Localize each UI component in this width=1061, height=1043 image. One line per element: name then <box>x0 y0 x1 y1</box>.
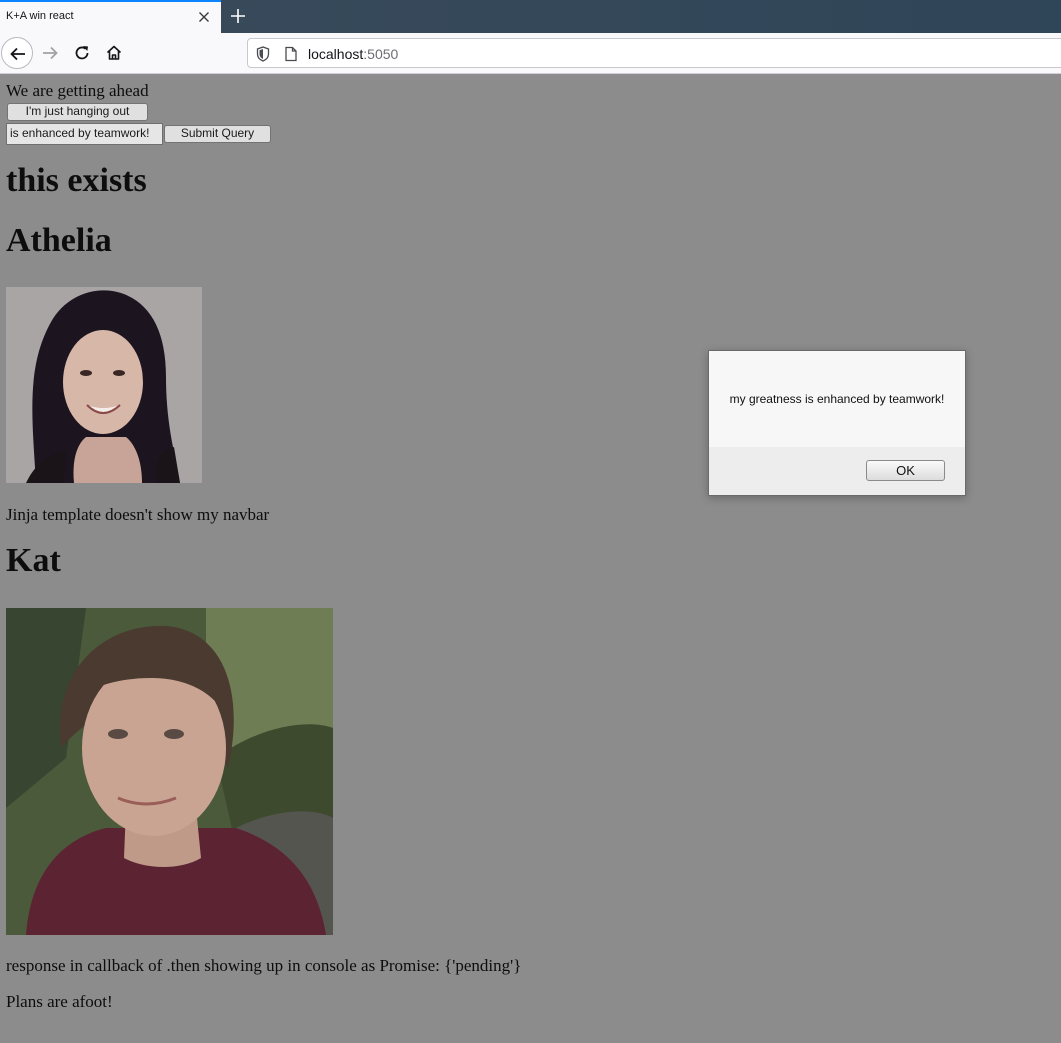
intro-text: We are getting ahead <box>6 81 149 100</box>
section-heading-kat: Kat <box>6 542 61 579</box>
alert-message: my greatness is enhanced by teamwork! <box>729 392 945 406</box>
home-button[interactable] <box>98 37 130 69</box>
ok-button[interactable]: OK <box>866 460 945 481</box>
shield-icon[interactable] <box>256 46 270 67</box>
footer-text: Plans are afoot! <box>6 992 113 1011</box>
browser-tab[interactable]: K+A win react <box>0 0 221 33</box>
submit-query-button[interactable]: Submit Query <box>164 125 271 143</box>
back-arrow-icon <box>10 47 25 61</box>
back-button[interactable] <box>1 37 33 69</box>
tab-title: K+A win react <box>6 10 74 22</box>
new-tab-icon[interactable] <box>228 6 248 26</box>
reload-button[interactable] <box>66 37 98 69</box>
alert-body: my greatness is enhanced by teamwork! <box>709 351 965 447</box>
kat-photo <box>6 608 333 935</box>
page-title: this exists <box>6 162 147 199</box>
page-content: We are getting ahead I'm just hanging ou… <box>0 74 1061 1043</box>
text-input[interactable]: is enhanced by teamwork! <box>6 123 163 145</box>
url-port: :5050 <box>363 46 399 62</box>
close-tab-icon[interactable] <box>196 9 212 25</box>
kat-caption: response in callback of .then showing up… <box>6 956 522 975</box>
forward-arrow-icon <box>43 46 58 60</box>
url-host: localhost <box>308 46 364 62</box>
athelia-photo <box>6 287 202 483</box>
hanging-out-button[interactable]: I'm just hanging out <box>7 103 148 121</box>
tab-strip: K+A win react <box>0 0 1061 33</box>
home-icon <box>106 45 122 60</box>
section-heading-athelia: Athelia <box>6 222 112 259</box>
page-icon[interactable] <box>284 46 298 67</box>
address-bar[interactable]: localhost:5050 <box>247 38 1061 68</box>
athelia-caption: Jinja template doesn't show my navbar <box>6 505 270 524</box>
forward-button[interactable] <box>34 37 66 69</box>
url-text: localhost:5050 <box>308 46 398 62</box>
alert-dialog: my greatness is enhanced by teamwork! OK <box>708 350 966 496</box>
reload-icon <box>75 46 89 60</box>
navigation-bar: localhost:5050 <box>0 33 1061 74</box>
